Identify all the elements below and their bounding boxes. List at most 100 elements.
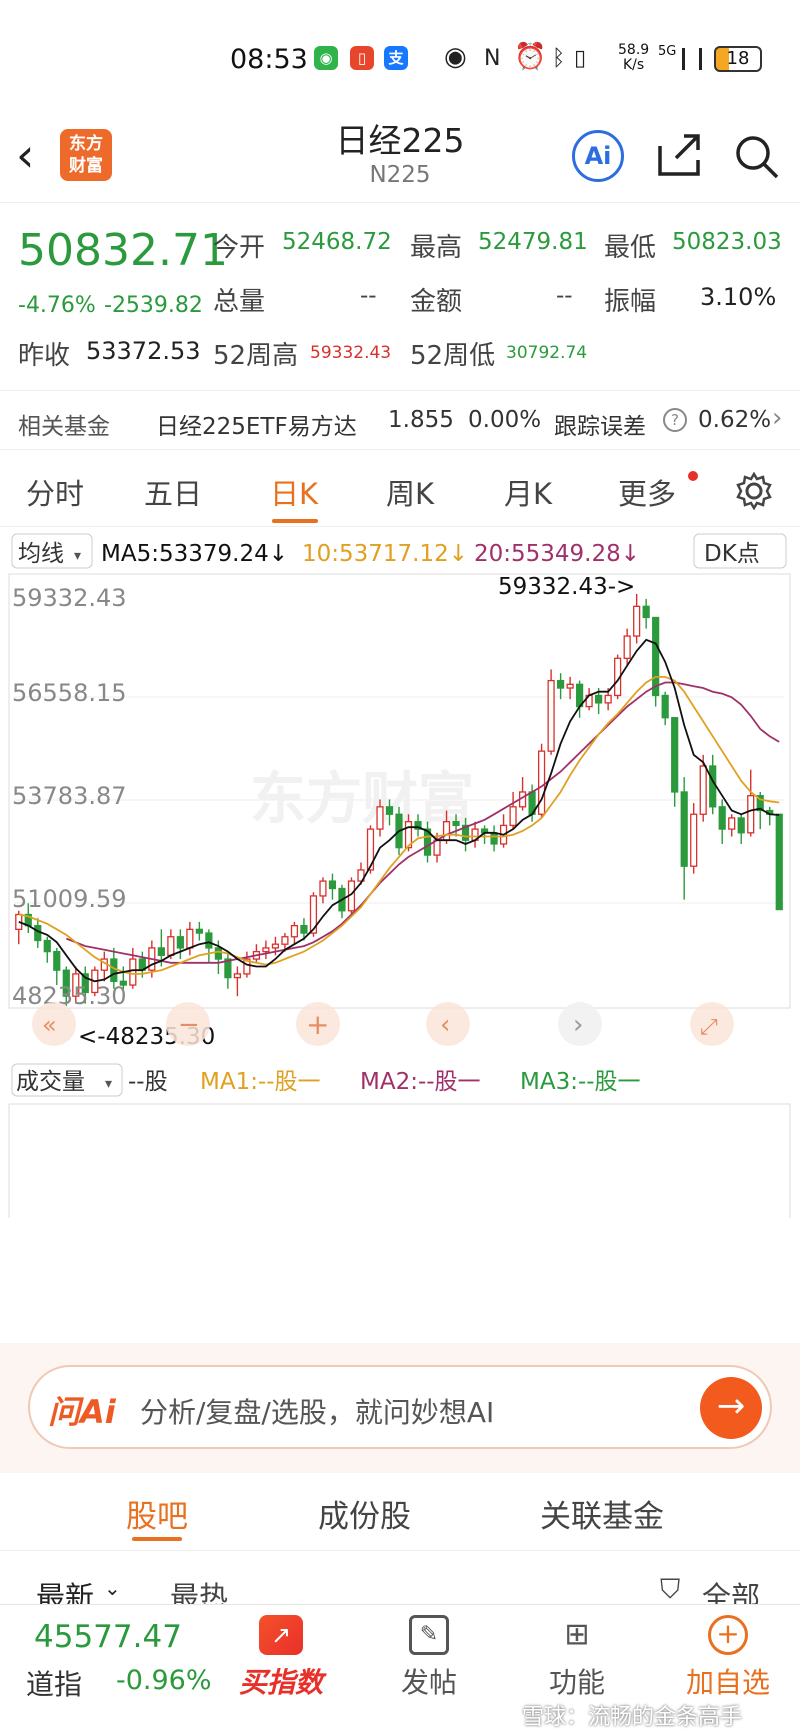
alarm-icon: ⏰ (514, 42, 547, 72)
tracking-value: 0.62% (698, 407, 772, 433)
tab-weekly-k[interactable]: 周K (386, 471, 434, 513)
candle-up (633, 605, 641, 637)
candle-up (319, 880, 327, 897)
candle-down (737, 817, 745, 834)
candle-down (642, 605, 650, 619)
candle-up (186, 928, 194, 949)
bluetooth-icon: ᛒ (552, 46, 566, 71)
sort-row: 最新 ⌄ 最热 ⛉ 全部 (0, 1570, 800, 1604)
share-icon[interactable] (656, 132, 702, 178)
w52-high-value: 59332.43 (310, 343, 392, 363)
candle-up (433, 839, 441, 856)
candle-down (557, 679, 565, 689)
candle-down (385, 806, 394, 815)
nfc-icon: N (484, 46, 501, 71)
volume-value: -- (360, 283, 377, 309)
expand-icon: ⤢ (700, 1015, 718, 1040)
candle-up (442, 821, 451, 841)
candle-down (490, 832, 498, 845)
sort-hottest[interactable]: 最热 (170, 1574, 228, 1604)
help-icon[interactable]: ? (663, 408, 687, 432)
prev-close-value: 53372.53 (86, 337, 201, 365)
candle-up (604, 694, 612, 704)
status-time: 08:53 (230, 44, 308, 75)
more-dot-badge (688, 471, 698, 481)
minus-icon: − (178, 1010, 200, 1040)
candle-down (595, 694, 603, 704)
filter-all[interactable]: 全部 (702, 1574, 760, 1604)
chart-watermark: 东方财富 (250, 767, 474, 832)
active-tab-indicator (272, 519, 318, 523)
candle-down (195, 928, 203, 934)
candle-down (205, 932, 213, 949)
ma20-value: 20:55349.28↓ (474, 541, 640, 567)
candle-down (452, 821, 460, 827)
filter-icon[interactable]: ⛉ (660, 1574, 680, 1604)
period-tabs: 分时 五日 日K 周K 月K 更多 (0, 455, 800, 527)
candle-up (747, 795, 755, 834)
candle-down (709, 765, 717, 808)
ai-icon[interactable]: Ai (572, 130, 624, 182)
dropdown-icon: ▾ (105, 1076, 112, 1092)
chevron-left-icon: ‹ (440, 1010, 450, 1040)
status-bar: 08:53 ◉ ▯ 支 ◉ N ⏰ ᛒ ▯ 58.9 K/s 5G 18 (0, 0, 800, 110)
vol-ma3: MA3:--股一 (520, 1069, 641, 1095)
back-icon[interactable]: ‹ (16, 132, 34, 178)
candle-down (661, 694, 669, 719)
dow-index-value[interactable]: 45577.47 (34, 1619, 182, 1655)
candle-down (157, 947, 165, 956)
tracking-label: 跟踪误差 (554, 414, 646, 440)
max-annotation: 59332.43-> (498, 574, 635, 600)
fund-name[interactable]: 日经225ETF易方达 (156, 407, 357, 441)
volume-unit: --股 (128, 1069, 168, 1095)
active-subtab-indicator (132, 1537, 182, 1541)
trend-chart-icon: ↗ (259, 1615, 303, 1655)
chevron-down-icon: ⌄ (104, 1576, 121, 1600)
signal-label: 5G (658, 44, 677, 59)
community-tabs: 股吧 成份股 关联基金 (0, 1473, 800, 1551)
tab-related-funds[interactable]: 关联基金 (540, 1491, 664, 1536)
kline-chart-area[interactable]: 均线 ▾ MA5:53379.24↓ 10:53717.12↓ 20:55349… (0, 528, 800, 1345)
candle-up (566, 683, 574, 689)
post-label: 发帖 (400, 1666, 457, 1699)
tab-daily-k[interactable]: 日K (270, 471, 318, 513)
search-icon[interactable] (734, 134, 780, 180)
candle-down (300, 924, 308, 934)
post-button[interactable]: ✎ 发帖 (374, 1615, 484, 1701)
tab-monthly-k[interactable]: 月K (504, 471, 552, 513)
arrow-right-icon[interactable]: → (700, 1377, 762, 1439)
functions-button[interactable]: ⊞ 功能 (522, 1615, 632, 1701)
candle-down (775, 813, 783, 911)
kline-chart[interactable]: 均线 ▾ MA5:53379.24↓ 10:53717.12↓ 20:55349… (0, 528, 800, 1345)
ask-ai-input[interactable]: 问Ai 分析/复盘/选股，就问妙想AI → (28, 1365, 772, 1449)
tab-forum[interactable]: 股吧 (126, 1491, 188, 1536)
notification-icon: ▯ (350, 46, 374, 70)
candle-up (129, 958, 137, 986)
ma5-value: MA5:53379.24↓ (101, 541, 288, 567)
add-watchlist-label: 加自选 (685, 1666, 770, 1699)
fund-change: 0.00% (468, 407, 542, 433)
candle-up (547, 679, 555, 752)
change-abs: -2539.82 (104, 293, 203, 318)
chevron-right-icon[interactable]: › (772, 403, 782, 433)
alipay-icon: 支 (384, 46, 408, 70)
candle-up (167, 936, 175, 956)
vol-ma1: MA1:--股一 (200, 1069, 321, 1095)
plus-circle-icon: + (708, 1615, 748, 1655)
add-watchlist-button[interactable]: + 加自选 (668, 1615, 788, 1701)
functions-label: 功能 (548, 1666, 605, 1699)
vol-ma2: MA2:--股一 (360, 1069, 481, 1095)
sort-newest[interactable]: 最新 (36, 1574, 94, 1604)
candle-down (652, 616, 660, 697)
buy-index-button[interactable]: ↗ 买指数 (226, 1615, 336, 1701)
related-fund-row[interactable]: 相关基金 日经225ETF易方达 1.855 0.00% 跟踪误差 ? 0.62… (0, 390, 800, 450)
tab-more[interactable]: 更多 (618, 471, 676, 513)
low-label: 最低 (604, 233, 657, 263)
tab-constituents[interactable]: 成份股 (318, 1491, 411, 1536)
settings-gear-icon[interactable] (734, 471, 774, 511)
candle-up (699, 765, 707, 815)
candle-up (271, 943, 280, 949)
amplitude-value: 3.10% (700, 283, 777, 311)
tab-five-day[interactable]: 五日 (144, 471, 202, 513)
tab-intraday[interactable]: 分时 (26, 471, 84, 513)
